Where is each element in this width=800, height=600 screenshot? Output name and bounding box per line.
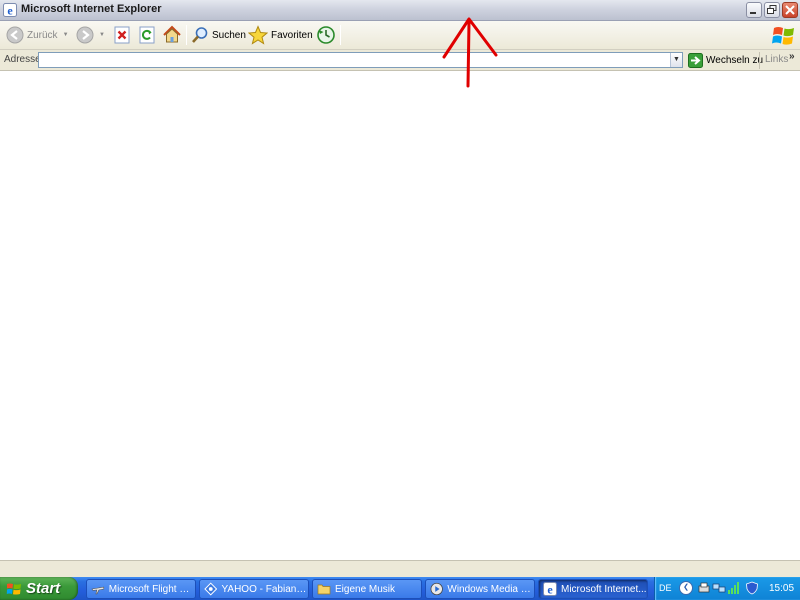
- tray-expand-button[interactable]: ❮: [679, 581, 693, 595]
- minimize-icon: [750, 12, 756, 14]
- stop-icon: [114, 26, 130, 44]
- chevron-left-icon: ❮: [683, 584, 689, 591]
- links-separator: [759, 52, 760, 69]
- chevron-down-icon: ▼: [673, 56, 680, 63]
- forward-button[interactable]: ▼: [76, 24, 105, 46]
- refresh-icon: [139, 26, 155, 44]
- restore-icon: [767, 5, 777, 14]
- folder-icon: [317, 584, 331, 595]
- restore-button[interactable]: [764, 2, 780, 18]
- links-chevron-icon[interactable]: »: [789, 51, 795, 62]
- close-icon: [785, 5, 795, 15]
- taskbar-item-eigene-musik[interactable]: Eigene Musik: [312, 579, 422, 599]
- windows-logo-icon: [772, 27, 794, 45]
- search-icon: [192, 27, 208, 43]
- search-button[interactable]: Suchen: [191, 24, 246, 46]
- task-label: Windows Media Pl...: [447, 583, 534, 595]
- ie-icon: e: [543, 582, 557, 596]
- system-tray: DE ❮ 15:05: [654, 577, 800, 600]
- page-content-area[interactable]: [0, 72, 800, 560]
- taskbar: Start Microsoft Flight Si... YAHOO - Fab…: [0, 577, 800, 600]
- back-dropdown-icon[interactable]: ▼: [63, 32, 69, 38]
- go-arrow-icon: [688, 53, 703, 68]
- search-label: Suchen: [212, 29, 246, 41]
- tray-shield-icon[interactable]: [745, 581, 759, 595]
- toolbar-separator: [340, 25, 341, 45]
- address-label: Adresse: [4, 54, 41, 65]
- history-button[interactable]: [316, 24, 336, 46]
- taskbar-item-yahoo[interactable]: YAHOO - FabianB...: [199, 579, 309, 599]
- favorites-star-icon: [248, 25, 268, 45]
- tray-printer-icon[interactable]: [697, 581, 711, 595]
- task-label: Eigene Musik: [335, 583, 396, 595]
- window-title: Microsoft Internet Explorer: [21, 3, 162, 15]
- back-arrow-icon: [6, 26, 24, 44]
- forward-dropdown-icon[interactable]: ▼: [99, 32, 105, 38]
- svg-text:e: e: [7, 4, 13, 18]
- history-icon: [317, 26, 335, 44]
- taskbar-item-windows-media-player[interactable]: Windows Media Pl...: [425, 579, 535, 599]
- close-button[interactable]: [782, 2, 798, 18]
- task-label: Microsoft Internet...: [561, 583, 647, 595]
- home-icon: [163, 25, 181, 43]
- language-indicator[interactable]: DE: [659, 583, 672, 593]
- favorites-button[interactable]: Favoriten: [248, 24, 313, 46]
- go-button[interactable]: Wechseln zu: [688, 52, 763, 69]
- toolbar-separator: [186, 25, 187, 45]
- windows-flag-icon: [6, 583, 21, 595]
- tray-network-icon[interactable]: [712, 581, 726, 595]
- links-button[interactable]: Links: [765, 54, 788, 65]
- title-bar[interactable]: e Microsoft Internet Explorer: [0, 0, 800, 21]
- minimize-button[interactable]: [746, 2, 762, 18]
- tray-signal-icon[interactable]: [727, 581, 741, 595]
- stop-button[interactable]: [113, 24, 131, 46]
- messenger-icon: [204, 582, 218, 596]
- home-button[interactable]: [162, 24, 182, 46]
- task-label: YAHOO - FabianB...: [221, 583, 308, 595]
- clock[interactable]: 15:05: [769, 583, 794, 594]
- svg-text:e: e: [547, 583, 553, 597]
- favorites-label: Favoriten: [271, 29, 313, 41]
- task-label: Microsoft Flight Si...: [108, 583, 195, 595]
- media-player-icon: [430, 582, 443, 596]
- forward-arrow-icon: [76, 26, 94, 44]
- address-input[interactable]: [38, 52, 683, 68]
- refresh-button[interactable]: [138, 24, 156, 46]
- standard-toolbar: Zurück ▼ ▼ Suchen Favoriten: [0, 21, 800, 50]
- status-bar: [0, 560, 800, 577]
- taskbar-item-flight-simulator[interactable]: Microsoft Flight Si...: [86, 579, 196, 599]
- internet-explorer-icon: e: [3, 3, 17, 17]
- back-label: Zurück: [27, 29, 58, 41]
- start-label: Start: [26, 580, 61, 597]
- taskbar-item-internet-explorer[interactable]: e Microsoft Internet...: [538, 579, 648, 599]
- go-label: Wechseln zu: [706, 55, 764, 66]
- airplane-icon: [91, 586, 105, 595]
- address-dropdown-button[interactable]: ▼: [670, 53, 682, 67]
- start-button[interactable]: Start: [0, 577, 78, 600]
- back-button[interactable]: Zurück ▼: [6, 24, 69, 46]
- address-bar: Adresse ▼ Wechseln zu Links »: [0, 50, 800, 71]
